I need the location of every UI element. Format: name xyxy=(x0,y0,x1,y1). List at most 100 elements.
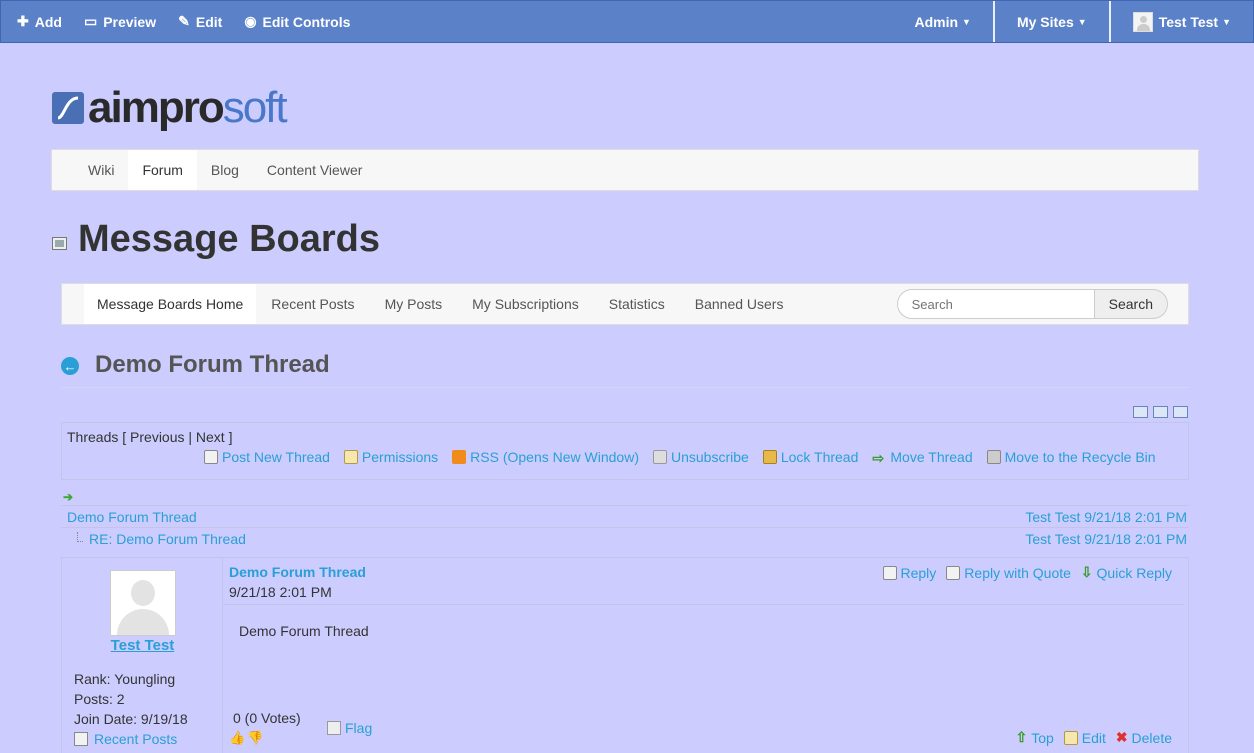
dockbar: ✚ Add ▭ Preview ✎ Edit ◉ Edit Controls Admin… xyxy=(0,0,1254,43)
reply-with-quote-link[interactable]: Reply with Quote xyxy=(946,564,1071,581)
tab-my-subscriptions[interactable]: My Subscriptions xyxy=(457,284,594,324)
recycle-bin-link[interactable]: Move to the Recycle Bin xyxy=(986,449,1156,465)
portlet-title: Message Boards xyxy=(78,218,381,260)
thread-actions: Post New Thread Permissions RSS (Opens N… xyxy=(204,449,1170,466)
add-button[interactable]: ✚ Add xyxy=(9,1,76,42)
nav-blog[interactable]: Blog xyxy=(197,150,253,190)
nav-content-viewer[interactable]: Content Viewer xyxy=(253,150,376,190)
tab-banned-users[interactable]: Banned Users xyxy=(680,284,799,324)
user-menu[interactable]: Test Test ▼ xyxy=(1108,1,1253,42)
plus-icon: ✚ xyxy=(17,13,29,29)
caret-down-icon: ▼ xyxy=(1077,16,1087,27)
tree-item-meta[interactable]: Test Test 9/21/18 2:01 PM xyxy=(1025,509,1189,525)
author-name-link[interactable]: Test Test xyxy=(62,637,223,654)
caret-down-icon: ▼ xyxy=(962,16,971,27)
trash-icon xyxy=(986,450,1001,464)
message-subject[interactable]: Demo Forum Thread xyxy=(229,564,366,580)
portlet-icon[interactable] xyxy=(52,237,67,250)
thread-title: Demo Forum Thread xyxy=(95,351,330,378)
message-text: Demo Forum Thread xyxy=(239,623,369,639)
lock-icon xyxy=(762,450,777,464)
edit-controls-button[interactable]: ◉ Edit Controls xyxy=(236,1,364,42)
eye-icon: ◉ xyxy=(244,13,257,29)
permissions-link[interactable]: Permissions xyxy=(343,449,438,465)
search-form: Search xyxy=(896,284,1188,324)
tab-message-boards-home[interactable]: Message Boards Home xyxy=(84,284,257,324)
current-message-arrow-icon: ➔ xyxy=(63,490,74,504)
quick-reply-link[interactable]: ⇩ Quick Reply xyxy=(1081,564,1172,581)
arrow-up-icon: ⇧ xyxy=(1015,729,1032,745)
preview-button[interactable]: ▭ Preview xyxy=(76,1,170,42)
author-join-date: Join Date: 9/19/18 xyxy=(74,711,188,727)
flat-view-icon[interactable] xyxy=(1153,406,1168,418)
desktop-icon: ▭ xyxy=(83,13,98,29)
message-body: Demo Forum Thread 9/21/18 2:01 PM Reply … xyxy=(223,558,1188,753)
user-avatar xyxy=(1132,11,1153,32)
tab-statistics[interactable]: Statistics xyxy=(594,284,680,324)
thumbs-down-icon[interactable]: 👎 xyxy=(247,730,265,745)
author-rank: Rank: Youngling xyxy=(74,671,176,687)
caret-down-icon: ▼ xyxy=(1222,16,1231,27)
combination-view-icon[interactable] xyxy=(1133,406,1148,418)
back-icon[interactable]: ← xyxy=(61,357,79,375)
edit-icon xyxy=(1063,730,1078,745)
thumbs-up-icon[interactable]: 👍 xyxy=(229,730,247,745)
arrow-down-icon: ⇩ xyxy=(1080,564,1097,580)
edit-button[interactable]: ✎ Edit xyxy=(170,1,236,42)
thread-navigation[interactable]: Threads [ Previous | Next ] xyxy=(67,429,232,445)
move-thread-link[interactable]: ⇨ Move Thread xyxy=(872,449,972,466)
tree-view-icon[interactable] xyxy=(1173,406,1188,418)
unsubscribe-link[interactable]: Unsubscribe xyxy=(652,449,749,465)
rating-thumbs: 👍👎 xyxy=(229,730,265,746)
tree-item-meta[interactable]: Test Test 9/21/18 2:01 PM xyxy=(1025,531,1189,547)
lock-thread-link[interactable]: Lock Thread xyxy=(762,449,858,465)
reply-icon xyxy=(882,565,897,580)
delete-link[interactable]: ✖ Delete xyxy=(1116,729,1172,746)
message: Test Test Rank: Youngling Posts: 2 Join … xyxy=(61,557,1189,753)
message-bottom-actions: ⇧ Top Edit ✖ Delete xyxy=(1006,729,1172,746)
logo-text-part1: aimpro xyxy=(88,83,225,132)
vote-count: 0 (0 Votes) xyxy=(233,710,301,726)
view-mode-switcher xyxy=(1133,406,1188,418)
post-new-thread-link[interactable]: Post New Thread xyxy=(204,449,330,465)
tab-my-posts[interactable]: My Posts xyxy=(370,284,458,324)
tree-item-title[interactable]: RE: Demo Forum Thread xyxy=(89,531,246,547)
thread-toolbar: Threads [ Previous | Next ] Post New Thr… xyxy=(61,422,1189,480)
tab-recent-posts[interactable]: Recent Posts xyxy=(256,284,369,324)
divider xyxy=(61,387,1189,388)
edit-icon: ✎ xyxy=(178,13,190,29)
reply-link[interactable]: Reply xyxy=(882,564,936,581)
recent-posts-link[interactable]: Recent Posts xyxy=(74,731,177,747)
search-input[interactable] xyxy=(896,289,1095,319)
author-posts: Posts: 2 xyxy=(74,691,125,707)
nav-wiki[interactable]: Wiki xyxy=(74,150,128,190)
quote-icon xyxy=(946,565,961,580)
message-author-panel: Test Test Rank: Youngling Posts: 2 Join … xyxy=(62,558,223,753)
tree-item-title[interactable]: Demo Forum Thread xyxy=(61,509,197,525)
tree-row: Demo Forum Thread Test Test 9/21/18 2:01… xyxy=(61,505,1189,527)
main-navigation: Wiki Forum Blog Content Viewer xyxy=(51,149,1199,191)
permissions-icon xyxy=(343,450,358,464)
site-logo[interactable]: aimprosoft xyxy=(52,83,288,132)
nav-forum[interactable]: Forum xyxy=(128,150,197,190)
divider xyxy=(223,604,1184,605)
admin-menu[interactable]: Admin ▼ xyxy=(892,1,992,42)
my-sites-menu[interactable]: My Sites ▼ xyxy=(992,1,1109,42)
delete-icon: ✖ xyxy=(1115,729,1132,745)
flag-icon xyxy=(327,721,341,735)
message-actions: Reply Reply with Quote ⇩ Quick Reply xyxy=(873,564,1172,581)
flag-link[interactable]: Flag xyxy=(327,720,372,736)
logo-text-part2: soft xyxy=(222,83,288,132)
rss-link[interactable]: RSS (Opens New Window) xyxy=(452,449,639,465)
new-post-icon xyxy=(204,450,218,464)
tree-row: RE: Demo Forum Thread Test Test 9/21/18 … xyxy=(61,527,1189,549)
unsubscribe-icon xyxy=(652,450,667,464)
author-avatar[interactable] xyxy=(110,570,176,636)
message-boards-nav: Message Boards Home Recent Posts My Post… xyxy=(61,283,1189,325)
rss-icon xyxy=(452,450,467,464)
recent-posts-icon xyxy=(74,732,88,746)
edit-link[interactable]: Edit xyxy=(1063,729,1106,746)
top-link[interactable]: ⇧ Top xyxy=(1016,729,1054,746)
message-date: 9/21/18 2:01 PM xyxy=(229,584,332,600)
search-button[interactable]: Search xyxy=(1094,289,1168,319)
